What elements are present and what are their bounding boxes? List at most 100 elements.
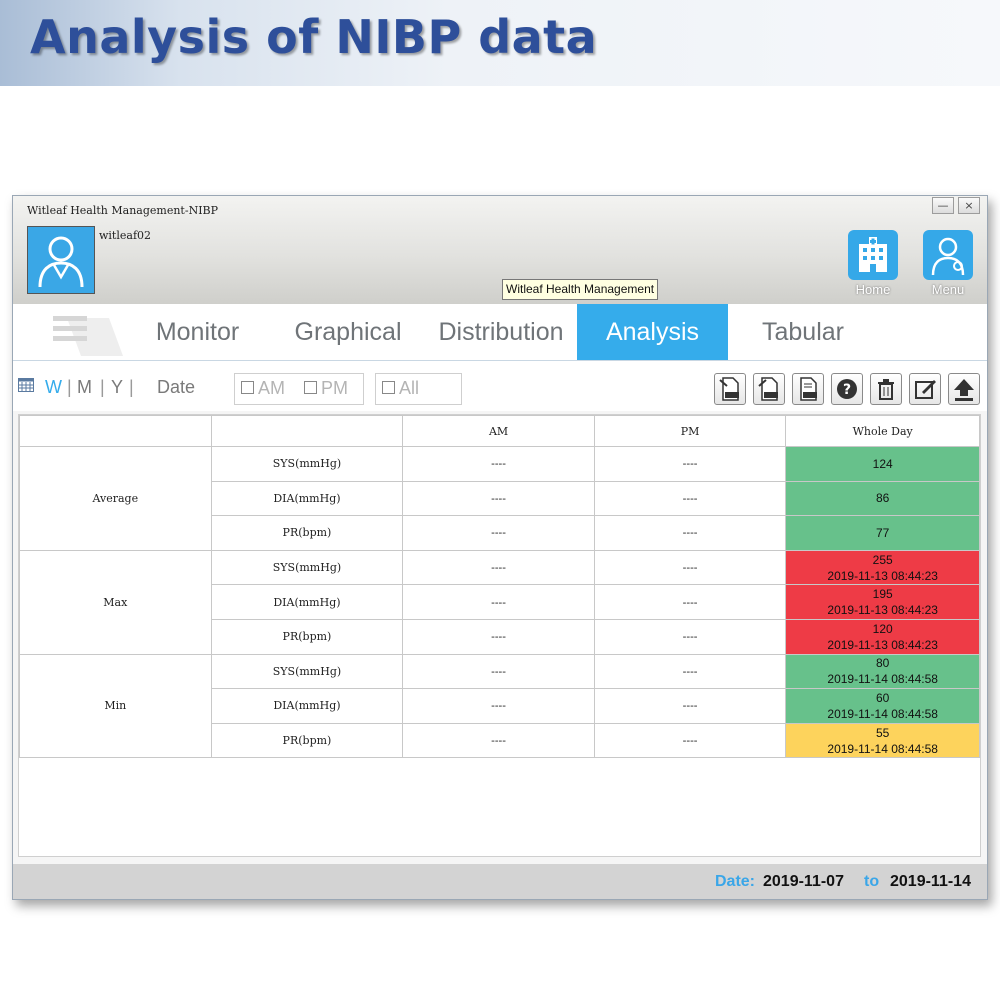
menu-label: Menu [931, 282, 965, 297]
home-label: Home [855, 282, 891, 297]
whole-day-time: 2019-11-13 08:44:23 [827, 603, 938, 618]
checkbox-icon [304, 381, 317, 394]
date-from: 2019-11-07 [763, 873, 844, 890]
am-cell: ---- [402, 688, 595, 724]
am-cell: ---- [402, 584, 595, 620]
am-label: AM [258, 378, 285, 398]
tab-analysis[interactable]: Analysis [577, 304, 728, 360]
help-icon: ? [837, 379, 857, 399]
edit-button[interactable] [909, 373, 941, 405]
whole-day-cell: 86 [785, 480, 980, 517]
whole-day-time: 2019-11-14 08:44:58 [827, 741, 938, 756]
am-cell: ---- [402, 480, 595, 517]
am-cell: ---- [402, 618, 595, 655]
whole-day-cell: 55 2019-11-14 08:44:58 [785, 722, 980, 759]
table-row: Max SYS(mmHg) ---- ---- 255 2019-11-13 08:44:… [19, 549, 980, 655]
year-filter[interactable]: Y [111, 377, 123, 398]
pm-cell: ---- [593, 480, 787, 517]
am-checkbox[interactable]: AM [241, 378, 285, 399]
export-pdf-button[interactable] [792, 373, 824, 405]
whole-day-value: 60 [876, 690, 890, 705]
separator: | [67, 377, 72, 397]
pm-checkbox[interactable]: PM [304, 378, 348, 399]
parameter-cell: SYS(mmHg) [210, 653, 404, 690]
whole-day-value: 124 [872, 456, 893, 471]
table-row: Average SYS(mmHg) ---- ---- 124 [19, 446, 980, 551]
month-filter[interactable]: M [77, 377, 92, 398]
am-cell: ---- [402, 515, 595, 551]
am-cell: ---- [402, 549, 595, 586]
menu-button[interactable] [923, 230, 973, 280]
whole-day-cell: 120 2019-11-13 08:44:23 [785, 618, 980, 655]
upload-icon [954, 379, 974, 401]
time-filter-box: AM PM [234, 373, 364, 405]
analysis-table: AM PM Whole Day Average SYS(mmHg) ---- ---- 124… [19, 415, 980, 759]
column-header [19, 415, 212, 447]
all-filter-box: All [375, 373, 462, 405]
whole-day-cell: 195 2019-11-13 08:44:23 [785, 584, 980, 620]
close-button[interactable]: × [958, 197, 980, 214]
parameter-cell: DIA(mmHg) [210, 584, 404, 620]
whole-day-value: 120 [872, 621, 893, 636]
all-checkbox[interactable]: All [382, 378, 419, 399]
date-to: 2019-11-14 [890, 873, 971, 890]
whole-day-value: 55 [876, 725, 890, 740]
whole-day-cell: 124 [785, 446, 980, 482]
date-to-label: to [864, 873, 880, 890]
home-button[interactable] [848, 230, 898, 280]
export-dat-button[interactable] [753, 373, 785, 405]
tab-monitor[interactable]: Monitor [135, 304, 260, 360]
banner: Analysis of NIBP data [0, 0, 1000, 86]
upload-button[interactable] [948, 373, 980, 405]
delete-button[interactable] [870, 373, 902, 405]
hospital-icon [859, 237, 887, 272]
parameter-cell: DIA(mmHg) [210, 688, 404, 724]
hamburger-icon[interactable] [39, 308, 129, 358]
pm-cell: ---- [593, 722, 787, 759]
whole-day-value: 80 [876, 656, 890, 671]
column-header [210, 415, 404, 447]
status-bar: Date: 2019-11-07 to 2019-11-14 [13, 864, 987, 899]
week-filter[interactable]: W [45, 377, 62, 398]
whole-day-cell: 77 [785, 515, 980, 551]
export-dat-button[interactable] [714, 373, 746, 405]
am-cell: ---- [402, 653, 595, 690]
calendar-icon[interactable] [18, 378, 34, 392]
pm-cell: ---- [593, 549, 787, 586]
whole-day-value: 255 [872, 552, 893, 567]
parameter-cell: PR(bpm) [210, 515, 404, 551]
pm-cell: ---- [593, 446, 787, 482]
export-pdf-icon [800, 377, 817, 401]
date-filter[interactable]: Date [157, 377, 195, 398]
tooltip: Witleaf Health Management [502, 279, 659, 300]
whole-day-value: 77 [876, 525, 890, 540]
help-button[interactable]: ? [831, 373, 863, 405]
checkbox-icon [241, 381, 254, 394]
group-label: Max [19, 549, 212, 655]
tab-tabular[interactable]: Tabular [733, 304, 873, 360]
filter-bar: W | M | Y | Date AM PM All ? [13, 361, 987, 411]
separator: | [129, 377, 134, 397]
banner-title: Analysis of NIBP data [30, 10, 598, 64]
whole-day-time: 2019-11-13 08:44:23 [827, 637, 938, 652]
pm-cell: ---- [593, 618, 787, 655]
minimize-button[interactable]: — [932, 197, 954, 214]
tab-graphical[interactable]: Graphical [283, 304, 413, 360]
parameter-cell: SYS(mmHg) [210, 549, 404, 586]
pm-cell: ---- [593, 688, 787, 724]
whole-day-time: 2019-11-14 08:44:58 [827, 706, 938, 721]
tab-bar: Monitor Graphical Distribution Analysis … [13, 304, 987, 361]
parameter-cell: PR(bpm) [210, 618, 404, 655]
whole-day-cell: 255 2019-11-13 08:44:23 [785, 549, 980, 586]
group-label: Min [19, 653, 212, 759]
app-window: Witleaf Health Management-NIBP — × witle… [12, 195, 988, 900]
parameter-cell: SYS(mmHg) [210, 446, 404, 482]
pm-label: PM [321, 378, 348, 398]
svg-text:?: ? [843, 382, 851, 398]
avatar[interactable] [27, 226, 95, 294]
parameter-cell: PR(bpm) [210, 722, 404, 759]
user-icon [38, 236, 84, 288]
parameter-cell: DIA(mmHg) [210, 480, 404, 517]
analysis-table-panel: AM PM Whole Day Average SYS(mmHg) ---- ---- 124… [18, 414, 981, 857]
tab-distribution[interactable]: Distribution [425, 304, 577, 360]
